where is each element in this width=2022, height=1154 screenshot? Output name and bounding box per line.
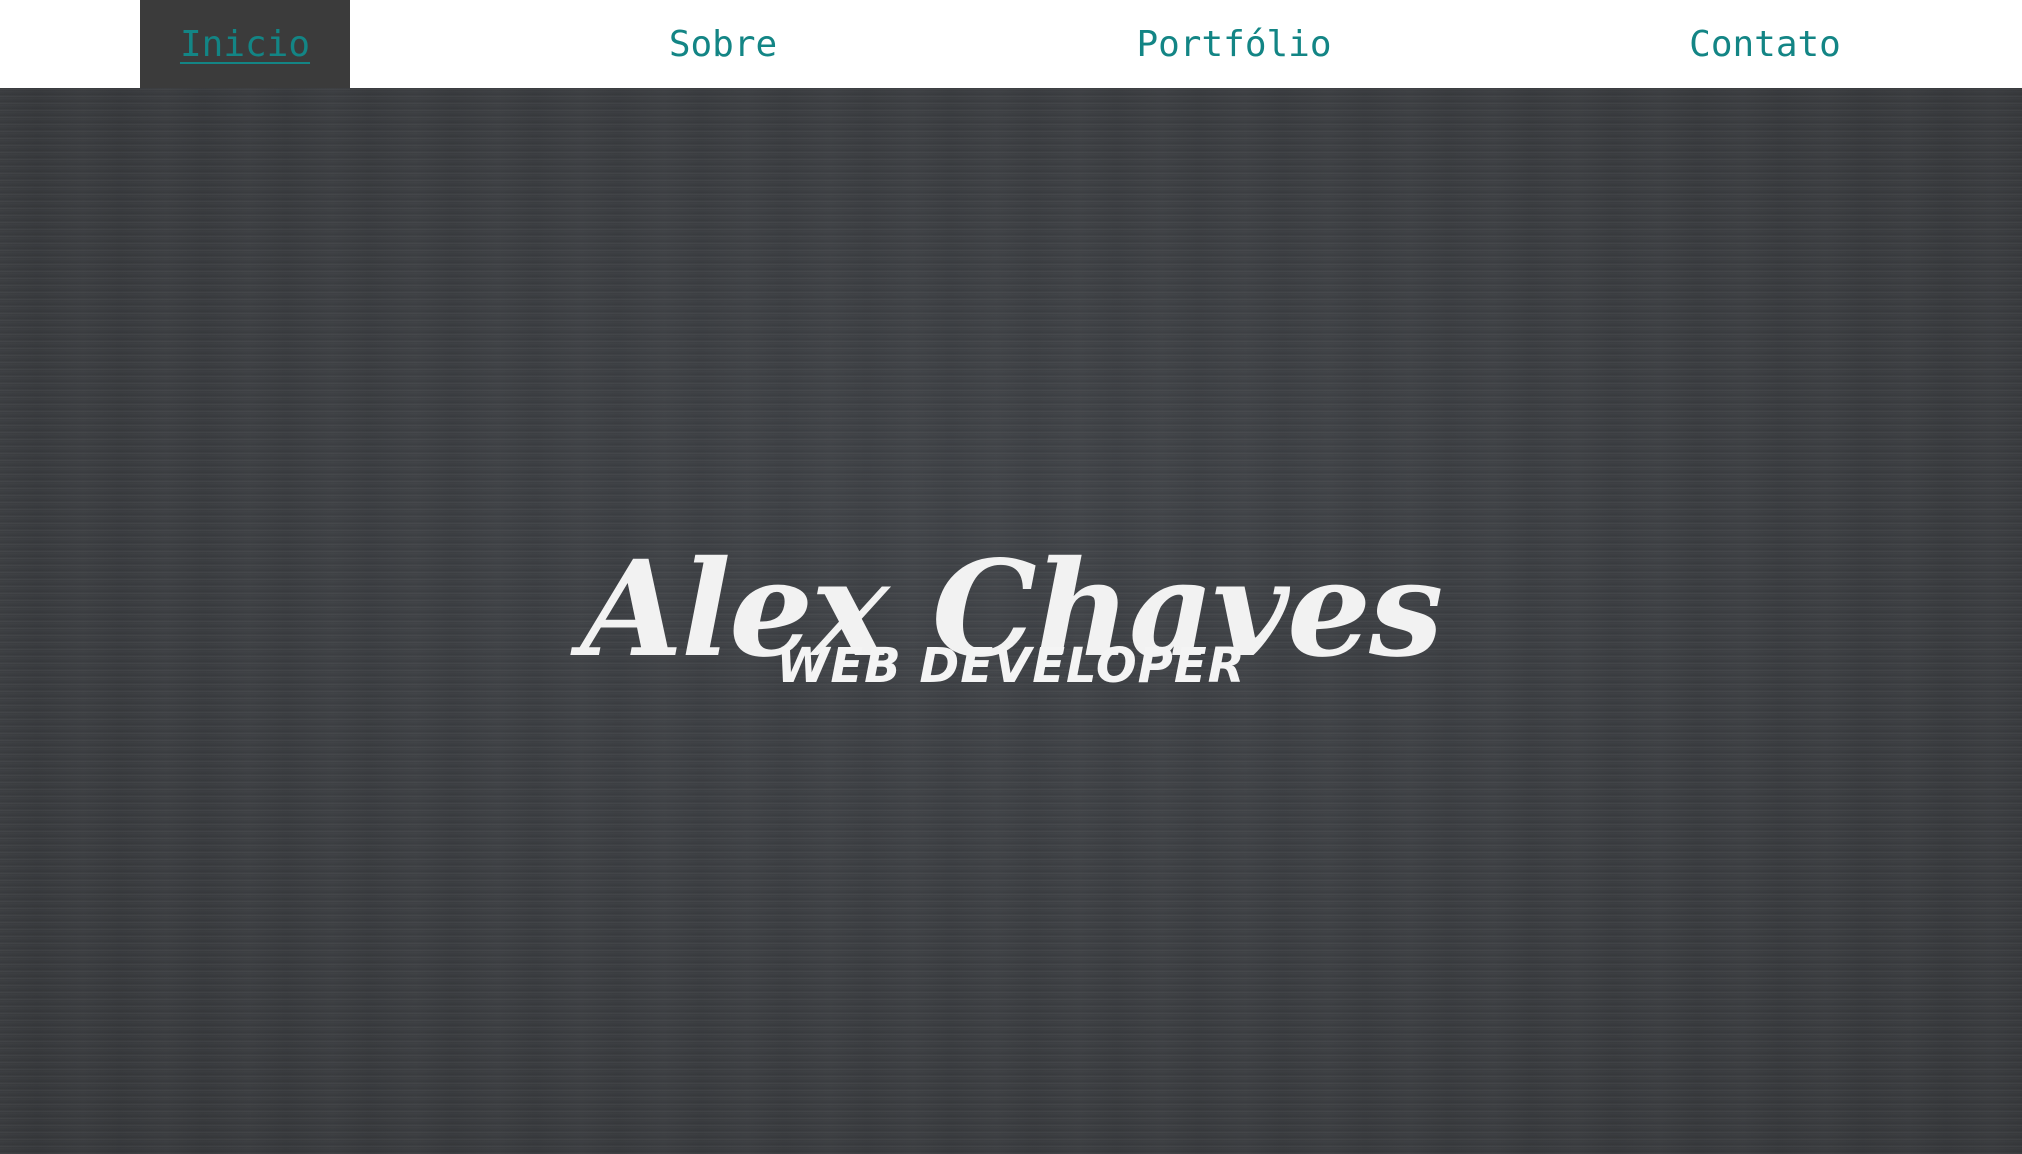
top-navbar: Inicio Sobre Portfólio Contato [0, 0, 2022, 88]
nav-link-contato[interactable]: Contato [1650, 0, 1880, 88]
hero-subtitle: web developer [776, 638, 1246, 694]
nav-link-portfolio[interactable]: Portfólio [1100, 0, 1368, 88]
nav-link-sobre[interactable]: Sobre [620, 0, 826, 88]
hero-section: Alex Chaves web developer [0, 88, 2022, 1154]
nav-link-inicio[interactable]: Inicio [140, 0, 350, 88]
